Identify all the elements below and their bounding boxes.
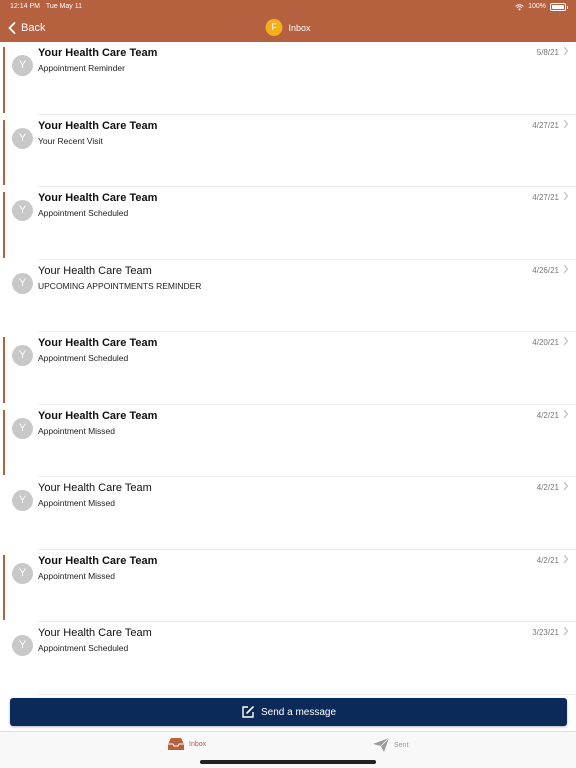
message-row[interactable]: Y Your Health Care Team Appointment Miss… [0,477,576,550]
avatar: Y [12,55,33,76]
status-date: Tue May 11 [45,3,82,10]
message-row[interactable]: Y Your Health Care Team Appointment Remi… [0,42,576,115]
unread-indicator [3,47,5,113]
sender-name: Your Health Care Team [38,409,158,422]
paper-plane-icon [373,737,390,752]
sender-name: Your Health Care Team [38,554,158,567]
unread-indicator [3,192,5,258]
chevron-right-icon [563,336,569,346]
nav-title: F Inbox [265,19,311,36]
chevron-right-icon [563,264,569,273]
unread-indicator [3,337,5,403]
unread-indicator [3,409,5,475]
message-subject: Appointment Missed [38,498,116,508]
message-row[interactable]: Y Your Health Care Team Appointment Miss… [0,405,576,477]
sender-name: Your Health Care Team [38,627,152,639]
status-time: 12:14 PM [10,3,40,10]
inbox-icon [168,738,184,750]
chevron-right-icon [563,46,569,56]
tab-sent-label: Sent [394,741,409,749]
row-divider [38,693,576,695]
message-row[interactable]: Y Your Health Care Team Your Recent Visi… [0,115,576,187]
chevron-right-icon [563,554,569,563]
message-date: 3/23/21 [532,628,559,637]
status-time-date: 12:14 PM Tue May 11 [10,0,82,14]
message-row[interactable]: Y Your Health Care Team Appointment Sche… [0,622,576,695]
sender-name: Your Health Care Team [38,47,158,59]
sender-name: Your Health Care Team [38,482,152,494]
back-label: Back [21,22,46,34]
avatar: Y [12,345,33,366]
message-date: 4/20/21 [532,338,559,347]
message-subject: Your Recent Visit [38,135,103,146]
avatar: Y [12,417,33,439]
sender-name: Your Health Care Team [38,337,158,349]
message-row[interactable]: Y Your Health Care Team UPCOMING APPOINT… [0,260,576,332]
back-button[interactable]: Back [8,19,45,37]
chevron-right-icon [563,626,569,636]
message-date: 4/26/21 [532,265,559,275]
profile-badge[interactable]: F [265,19,283,36]
message-subject: Appointment Missed [38,425,116,436]
battery-percent: 100% [528,3,546,10]
avatar: Y [12,127,33,149]
message-subject: Appointment Scheduled [38,208,129,218]
send-message-label: Send a message [260,706,337,718]
unread-indicator [3,554,5,620]
message-row[interactable]: Y Your Health Care Team Appointment Sche… [0,332,576,405]
message-date: 4/2/21 [536,555,559,565]
chevron-right-icon [563,191,569,201]
avatar: Y [12,272,33,294]
unread-indicator [3,119,5,185]
avatar: Y [12,200,33,221]
message-list: Y Your Health Care Team Appointment Remi… [0,42,576,695]
tab-inbox-label: Inbox [189,740,207,748]
message-date: 4/2/21 [536,410,559,420]
compose-icon [242,706,254,718]
battery-icon [550,3,568,11]
sender-name: Your Health Care Team [38,264,152,277]
tab-inbox[interactable]: Inbox [167,737,206,751]
status-bar: 12:14 PM Tue May 11 100% [0,0,576,14]
message-date: 4/27/21 [532,193,559,202]
chevron-right-icon [563,481,569,491]
message-row[interactable]: Y Your Health Care Team Appointment Miss… [0,550,576,622]
message-subject: Appointment Scheduled [38,353,129,363]
send-message-button[interactable]: Send a message [10,698,567,726]
message-subject: Appointment Reminder [38,63,125,73]
chevron-right-icon [563,409,569,418]
message-row[interactable]: Y Your Health Care Team Appointment Sche… [0,187,576,260]
status-indicators: 100% [515,0,568,14]
message-subject: UPCOMING APPOINTMENTS REMINDER [38,280,202,291]
chevron-left-icon [8,22,16,34]
message-date: 5/8/21 [536,48,559,57]
message-subject: Appointment Missed [38,570,116,581]
tab-sent[interactable]: Sent [372,737,408,753]
tab-bar: Inbox Sent [0,731,576,768]
message-date: 4/2/21 [536,483,559,492]
page-title: Inbox [288,22,311,33]
sender-name: Your Health Care Team [38,119,158,132]
message-date: 4/27/21 [532,120,559,130]
message-subject: Appointment Scheduled [38,643,129,653]
avatar: Y [12,562,33,584]
avatar: Y [12,490,33,511]
avatar: Y [12,635,33,656]
app-header: 12:14 PM Tue May 11 100% Back F Inbox [0,0,576,42]
home-indicator [200,760,376,764]
wifi-icon [515,3,524,10]
sender-name: Your Health Care Team [38,192,158,204]
chevron-right-icon [563,119,569,128]
